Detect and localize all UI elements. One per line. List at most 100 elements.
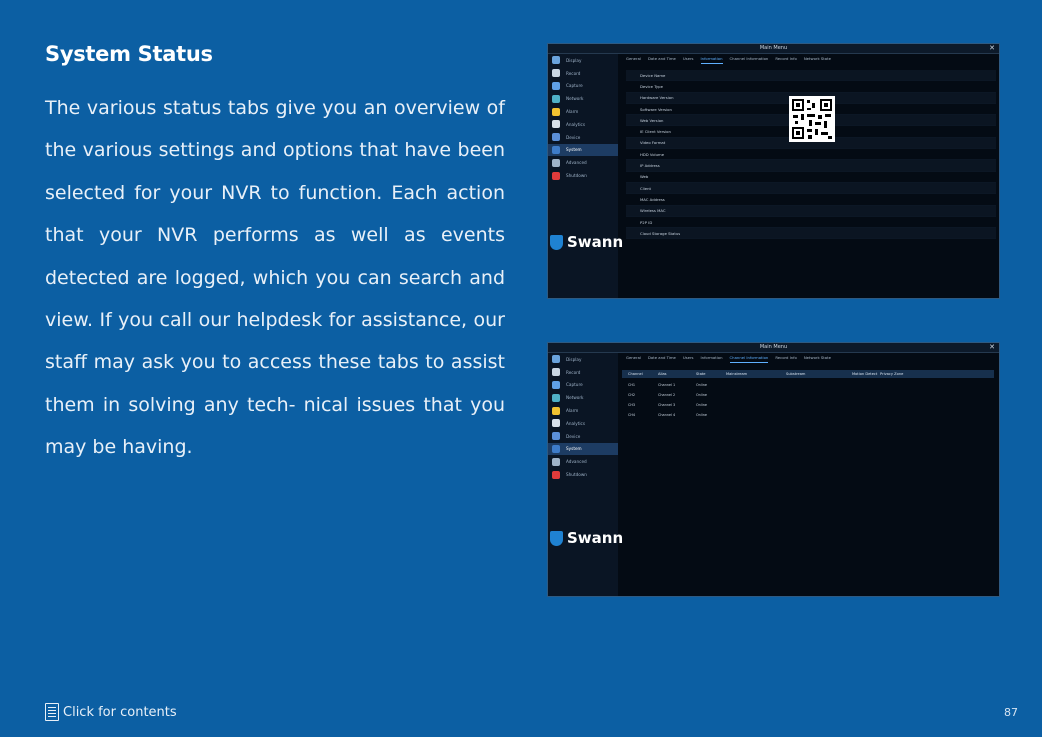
sidebar-item[interactable]: Alarm [548, 105, 618, 118]
sidebar-item-label: Record [566, 369, 581, 375]
swann-logo: Swann [550, 529, 623, 547]
tab-bar: General Date and Time Users Information Chan… [626, 56, 995, 64]
menu-icon [552, 133, 560, 142]
tab[interactable]: Record Info [775, 355, 797, 363]
table-row: CH4 Channel 4 Online [622, 410, 994, 420]
sidebar-item[interactable]: Capture [548, 379, 618, 392]
menu-icon [552, 145, 560, 154]
info-label: Cloud Storage Status [640, 230, 681, 236]
sidebar-item[interactable]: Device [548, 131, 618, 144]
tab[interactable]: Information [700, 56, 723, 64]
info-row: Device Name [626, 70, 996, 82]
menu-icon [552, 444, 560, 453]
sidebar-item[interactable]: Shutdown [548, 468, 618, 481]
sidebar-item-label: Shutdown [566, 472, 587, 478]
sidebar-item[interactable]: Advanced [548, 455, 618, 468]
sidebar-item-label: Advanced [566, 459, 587, 465]
info-label: IE Client Version [640, 129, 671, 135]
contents-link-label[interactable]: Click for contents [63, 705, 177, 720]
sidebar-item[interactable]: Analytics [548, 118, 618, 131]
tab[interactable]: Network State [804, 355, 831, 363]
menu-icon [552, 368, 560, 377]
sidebar-item-label: Display [566, 57, 582, 63]
table-cell: Channel 3 [658, 403, 676, 407]
tab[interactable]: Record Info [775, 56, 797, 64]
nvr-channel-information-screenshot: Main Menu ✕ Display Record Capture Network A… [547, 342, 1000, 597]
document-icon [45, 703, 59, 721]
menu-icon [552, 432, 560, 441]
sidebar-item[interactable]: Shutdown [548, 169, 618, 182]
tab[interactable]: Users [683, 355, 694, 363]
table-cell: CH2 [628, 393, 636, 397]
menu-icon [552, 470, 560, 479]
sidebar-item-label: Display [566, 356, 582, 362]
table-cell: Online [696, 383, 707, 387]
page-title: System Status [45, 42, 213, 66]
info-row: P2P ID [626, 217, 996, 229]
sidebar-item[interactable]: Record [548, 366, 618, 379]
sidebar-item-label: Analytics [566, 121, 586, 127]
tab[interactable]: Date and Time [648, 355, 676, 363]
tab[interactable]: General [626, 355, 641, 363]
window-title-bar: Main Menu ✕ [548, 343, 999, 353]
menu-icon [552, 457, 560, 466]
sidebar-item[interactable]: System [548, 442, 618, 456]
info-label: Web Version [640, 117, 664, 123]
sidebar-item-label: Capture [566, 83, 583, 89]
menu-icon [552, 355, 560, 364]
info-row: Client [626, 182, 996, 195]
sidebar-item-label: Device [566, 433, 581, 439]
sidebar-item[interactable]: Advanced [548, 156, 618, 169]
shield-icon [550, 234, 563, 250]
menu-icon [552, 56, 560, 65]
table-cell: Online [696, 403, 707, 407]
info-row: HDD Volume [626, 149, 996, 161]
info-label: Hardware Version [640, 95, 674, 101]
column-header: Privacy Zone [880, 372, 904, 376]
sidebar-item-label: Device [566, 134, 581, 140]
tab[interactable]: Network State [804, 56, 831, 64]
menu-icon [552, 81, 560, 90]
table-row: CH1 Channel 1 Online [622, 380, 994, 390]
sidebar: Display Record Capture Network Alarm Analytic… [548, 353, 618, 596]
sidebar-item-label: Alarm [566, 408, 579, 414]
sidebar-item-label: System [566, 446, 582, 452]
sidebar-item-label: Analytics [566, 420, 586, 426]
sidebar-item[interactable]: Display [548, 353, 618, 366]
table-row: CH2 Channel 2 Online [622, 390, 994, 400]
table-cell: Online [696, 413, 707, 417]
sidebar-item-label: Network [566, 395, 584, 401]
info-row: Wireless MAC [626, 205, 996, 217]
sidebar-item[interactable]: Display [548, 54, 618, 67]
menu-icon [552, 107, 560, 116]
sidebar-item[interactable]: Alarm [548, 404, 618, 417]
tab[interactable]: Channel Information [729, 355, 769, 363]
tab[interactable]: Channel Information [730, 56, 769, 64]
sidebar-item[interactable]: Network [548, 92, 618, 105]
sidebar-item-label: Shutdown [566, 173, 587, 179]
tab[interactable]: Date and Time [648, 56, 676, 64]
info-row: Cloud Storage Status [626, 228, 996, 240]
sidebar-item-label: Network [566, 96, 584, 102]
tab[interactable]: Users [683, 56, 694, 64]
sidebar-item-label: Capture [566, 382, 583, 388]
sidebar-item-label: Alarm [566, 109, 579, 115]
info-label: Device Name [640, 72, 666, 78]
tab[interactable]: General [626, 56, 641, 64]
menu-icon [552, 94, 560, 103]
channel-table: CH1 Channel 1 Online CH2 Channel 2 Online CH3 C… [622, 380, 994, 420]
menu-icon [552, 171, 560, 180]
tab[interactable]: Information [701, 355, 723, 363]
sidebar-item[interactable]: Record [548, 67, 618, 80]
info-label: Software Version [640, 106, 672, 112]
tab-bar: General Date and Time Users Information Chan… [626, 355, 995, 363]
sidebar-item[interactable]: Analytics [548, 417, 618, 430]
page-number: 87 [1004, 706, 1018, 719]
sidebar-item[interactable]: Device [548, 430, 618, 443]
menu-icon [552, 380, 560, 389]
column-header: State [696, 372, 706, 376]
sidebar-item[interactable]: Network [548, 391, 618, 404]
sidebar-item[interactable]: Capture [548, 80, 618, 93]
contents-link[interactable]: Click for contents [45, 703, 177, 721]
sidebar-item[interactable]: System [548, 143, 618, 157]
